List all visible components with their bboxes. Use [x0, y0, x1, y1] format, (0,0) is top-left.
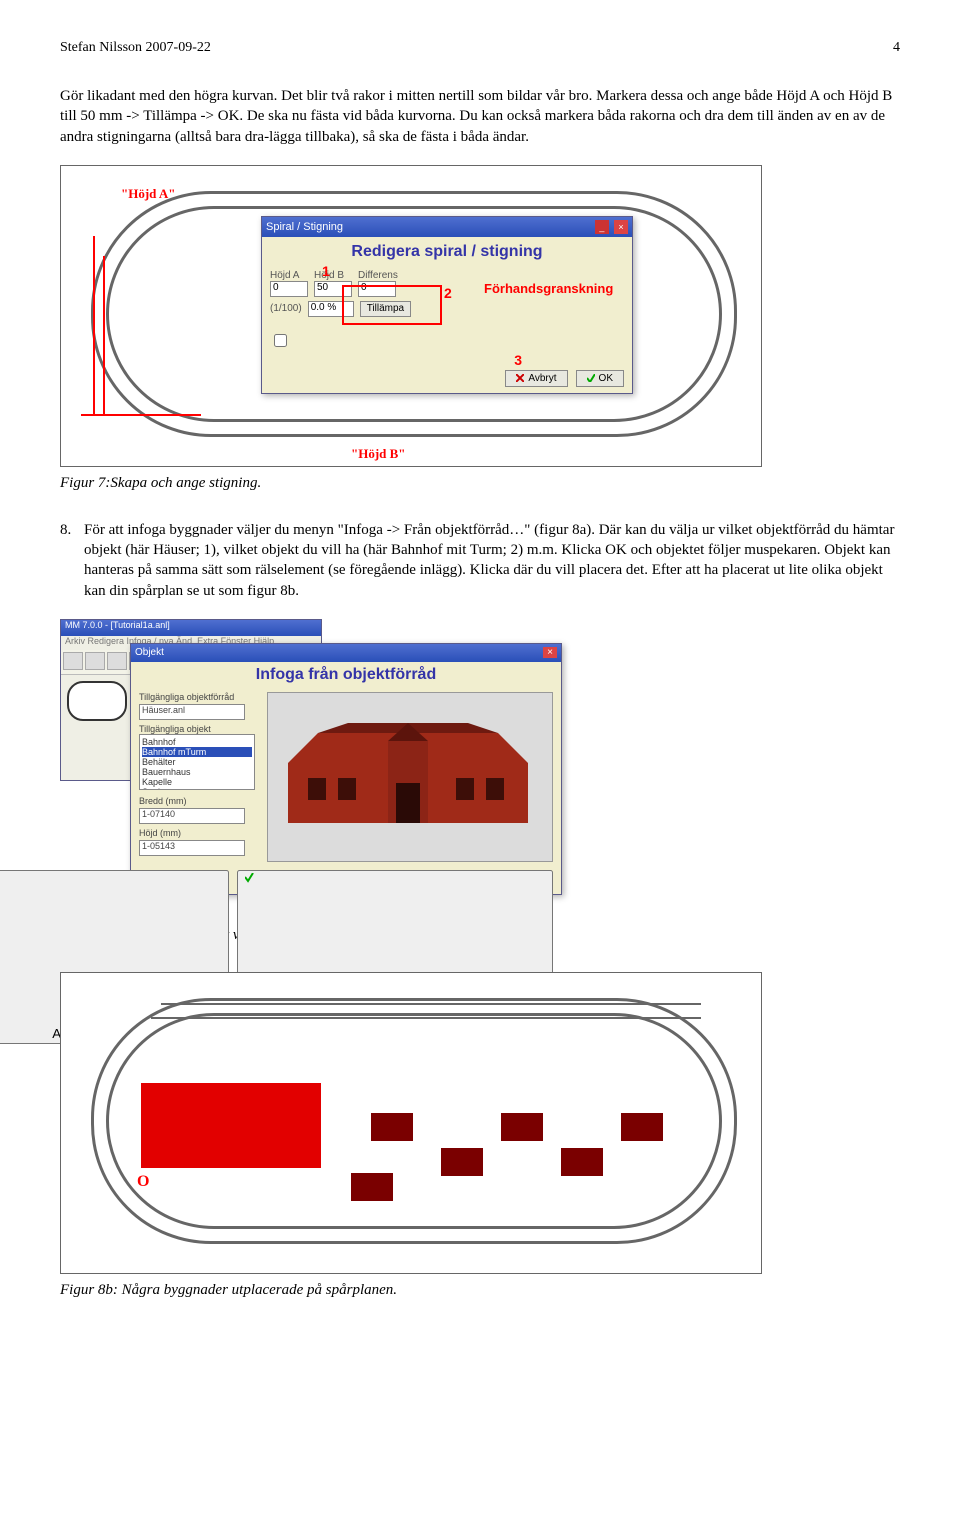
item-8-text: För att infoga byggnader väljer du menyn… [84, 520, 900, 601]
building-preview-icon [288, 723, 528, 833]
page-header: Stefan Nilsson 2007-09-22 4 [60, 40, 900, 56]
list-item[interactable]: Behälter [142, 757, 252, 767]
percent-label: (1/100) [270, 303, 302, 314]
objects-listbox[interactable]: Bahnhof Bahnhof mTurm Behälter Bauernhau… [139, 734, 255, 790]
hojd-a-field-label: Höjd A [270, 270, 299, 281]
object-dialog-titlebar: Objekt × [131, 644, 561, 662]
paragraph-1: Gör likadant med den högra kurvan. Det b… [60, 86, 900, 147]
siding-2 [151, 1017, 701, 1021]
ok-button-label: OK [599, 373, 613, 384]
fig8b-image: O [60, 972, 762, 1274]
fig8a-image: MM 7.0.0 - [Tutorial1a.anl] Arkiv Redige… [60, 619, 580, 919]
list-item-8: 8. För att infoga byggnader väljer du me… [60, 520, 900, 601]
repo-label: Tillgängliga objektförråd [139, 692, 259, 702]
spiral-dialog: Spiral / Stigning _ × Redigera spiral / … [261, 216, 633, 394]
app-titlebar: MM 7.0.0 - [Tutorial1a.anl] [61, 620, 321, 636]
list-item[interactable]: Bauernhaus [142, 767, 252, 777]
mini-trackplan [67, 681, 127, 721]
minimize-icon[interactable]: _ [595, 220, 609, 234]
callout-2: 2 [444, 285, 452, 301]
object-preview [267, 692, 553, 862]
check-icon [587, 374, 595, 382]
list-item[interactable]: Station [142, 787, 252, 790]
height-label: Höjd (mm) [139, 828, 259, 838]
objects-label: Tillgängliga objekt [139, 724, 259, 734]
toolbar-button[interactable] [107, 652, 127, 670]
building [351, 1173, 393, 1201]
ok-button[interactable]: OK [576, 370, 624, 387]
item-number: 8. [60, 520, 84, 601]
figure-8a: MM 7.0.0 - [Tutorial1a.anl] Arkiv Redige… [60, 619, 900, 919]
list-item[interactable]: Bahnhof mTurm [142, 747, 252, 757]
close-icon[interactable]: × [543, 647, 557, 658]
toolbar-button[interactable] [85, 652, 105, 670]
dialog-title: Redigera spiral / stigning [262, 237, 632, 265]
list-item[interactable]: Kapelle [142, 777, 252, 787]
siding-1 [161, 1003, 701, 1007]
dialog-window-title: Spiral / Stigning [266, 221, 343, 233]
window-buttons: _ × [593, 220, 628, 234]
callout-3: 3 [514, 352, 522, 368]
height-input[interactable]: 1-05143 [139, 840, 245, 856]
hojd-a-input[interactable]: 0 [270, 281, 308, 297]
dialog-titlebar: Spiral / Stigning _ × [262, 217, 632, 237]
cancel-button-label: Avbryt [528, 373, 556, 384]
red-arrow-line [81, 414, 201, 416]
object-dialog-window-title: Objekt [135, 647, 164, 658]
object-dialog-body: Tillgängliga objektförråd Häuser.anl Til… [131, 688, 561, 866]
width-label: Bredd (mm) [139, 796, 259, 806]
figure-7: "Höjd A" "Höjd B" Spiral / Stigning _ × … [60, 165, 900, 467]
object-dialog: Objekt × Infoga från objektförråd Tillgä… [130, 643, 562, 895]
cancel-button[interactable]: Avbryt [505, 370, 567, 387]
o-marker: O [137, 1173, 149, 1191]
red-arrow-line [93, 236, 95, 416]
building [501, 1113, 543, 1141]
close-icon[interactable]: × [614, 220, 628, 234]
repo-select[interactable]: Häuser.anl [139, 704, 245, 720]
hojd-a-label: "Höjd A" [121, 186, 176, 202]
figure-8b: O [60, 972, 900, 1274]
building [621, 1113, 663, 1141]
figure-8b-caption: Figur 8b: Några byggnader utplacerade på… [60, 1282, 900, 1299]
callout-box-2 [342, 285, 442, 325]
preview-label: Förhandsgranskning [484, 269, 624, 354]
dialog-form: Höjd A 0 Höjd B 50 Differens 0 [262, 265, 632, 364]
building [561, 1148, 603, 1176]
building [441, 1148, 483, 1176]
header-left: Stefan Nilsson 2007-09-22 [60, 40, 211, 56]
figure-7-caption: Figur 7:Skapa och ange stigning. [60, 475, 900, 492]
red-arrow-line [103, 256, 105, 416]
object-dialog-title: Infoga från objektförråd [131, 662, 561, 688]
dialog-bottom-buttons: 3 Avbryt OK [262, 364, 632, 393]
object-dialog-left: Tillgängliga objektförråd Häuser.anl Til… [139, 692, 259, 862]
x-icon [516, 374, 524, 382]
hojd-b-label: "Höjd B" [351, 446, 406, 462]
callout-1: 1 [322, 263, 330, 279]
width-input[interactable]: 1-07140 [139, 808, 245, 824]
large-building [141, 1083, 321, 1168]
building [371, 1113, 413, 1141]
list-item[interactable]: Bahnhof [142, 737, 252, 747]
fig7-image: "Höjd A" "Höjd B" Spiral / Stigning _ × … [60, 165, 762, 467]
toolbar-button[interactable] [63, 652, 83, 670]
option-checkbox[interactable] [274, 334, 287, 347]
differens-field-label: Differens [358, 270, 398, 281]
page-number: 4 [893, 40, 900, 56]
